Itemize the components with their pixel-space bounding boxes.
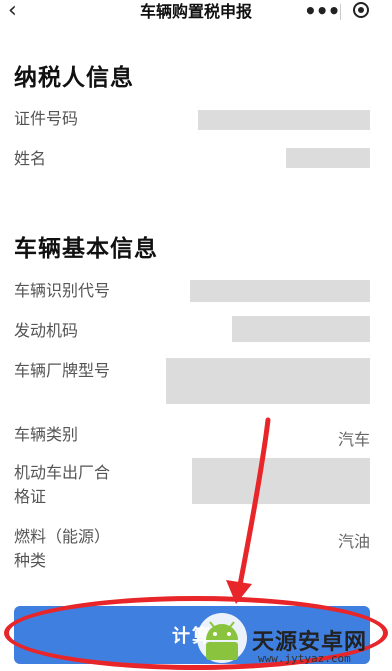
annotation-arrow-icon [226, 417, 271, 604]
android-logo-icon [197, 613, 247, 663]
watermark-url: www.jytyaz.com [258, 652, 351, 665]
